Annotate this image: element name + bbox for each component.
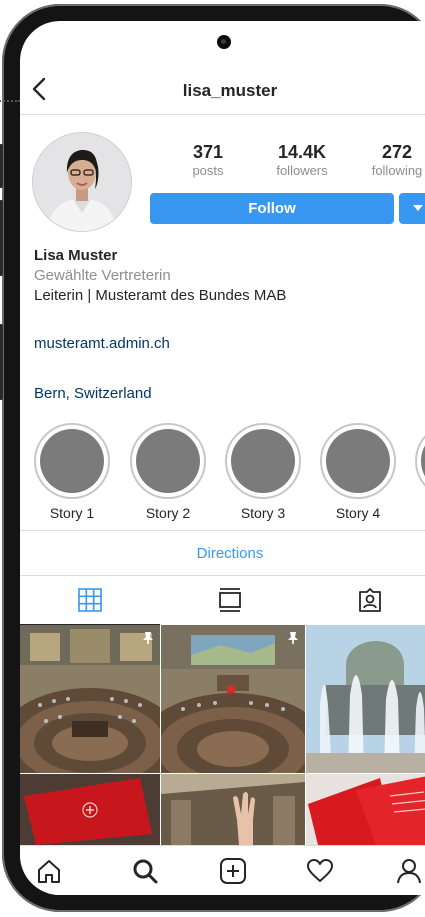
nav-activity[interactable] [305,856,335,886]
chevron-down-icon [413,205,423,211]
annotation-leader [0,100,20,102]
following-label: following [371,163,423,178]
posts-grid [20,625,425,845]
profile-display-name: Lisa Muster [34,247,118,264]
tab-grid[interactable] [20,576,160,625]
posts-label: posts [192,163,224,178]
story-highlights: Story 1 Story 2 Story 3 Story 4 [20,423,425,523]
profile-avatar[interactable] [32,132,132,232]
highlight-label: Story 3 [240,505,286,521]
bottom-navigation [20,845,425,895]
highlight-story-2[interactable]: Story 2 [130,423,206,521]
stat-following[interactable]: 272 following [357,141,425,179]
profile-username: lisa_muster [182,81,278,100]
new-post-icon [220,858,246,884]
nav-home[interactable] [34,856,64,886]
nav-search[interactable] [130,856,160,886]
profile-tabs [20,576,425,625]
highlight-ring [34,423,110,499]
activity-heart-icon [307,859,333,882]
followers-label: followers [276,163,328,178]
power-button [0,324,3,400]
highlight-story-1[interactable]: Story 1 [34,423,110,521]
front-camera [217,35,231,49]
post-thumbnail[interactable] [306,774,425,845]
grid-icon [78,588,102,612]
search-icon [133,859,158,884]
header-divider [20,114,425,115]
highlight-ring [225,423,301,499]
highlight-label: Story 1 [49,505,95,521]
post-thumbnail[interactable] [161,774,305,845]
stat-followers[interactable]: 14.4K followers [262,141,342,179]
volume-down-button [0,200,3,276]
highlight-label: Story 2 [145,505,191,521]
profile-location[interactable]: Bern, Switzerland [34,385,152,402]
app-screen: lisa_muster 371 posts 14.4K followers 27… [20,21,425,895]
nav-profile[interactable] [394,856,424,886]
profile-category: Gewählte Vertreterin [34,267,171,284]
profile-stats: 371 posts 14.4K followers 272 following [170,141,425,181]
tab-feed[interactable] [160,576,300,624]
following-count: 272 [381,142,413,162]
tab-tagged[interactable] [300,576,425,624]
pinned-icon [143,632,153,644]
highlight-ring [415,423,425,499]
posts-count: 371 [192,142,224,162]
tagged-icon [359,588,381,612]
highlight-ring [130,423,206,499]
profile-bio: Lisa Muster Gewählte Vertreterin Leiteri… [34,246,425,306]
highlight-story-5[interactable] [415,423,425,499]
home-icon [38,860,60,883]
followers-count: 14.4K [277,142,327,162]
feed-icon [219,588,241,612]
suggested-accounts-button[interactable] [399,193,425,224]
highlight-ring [320,423,396,499]
pinned-icon [288,632,298,644]
post-thumbnail[interactable] [306,625,425,773]
highlight-label: Story 4 [335,505,381,521]
post-thumbnail[interactable] [20,774,160,845]
nav-new-post[interactable] [218,856,248,886]
profile-description: Leiterin | Musteramt des Bundes MAB [34,287,287,304]
post-thumbnail[interactable] [20,625,160,773]
follow-button[interactable]: Follow [150,193,394,224]
profile-website-link[interactable]: musteramt.admin.ch [34,335,170,352]
directions-button[interactable]: Directions [20,531,425,575]
highlight-story-3[interactable]: Story 3 [225,423,301,521]
stat-posts[interactable]: 371 posts [168,141,248,179]
profile-icon [397,859,421,884]
highlight-story-4[interactable]: Story 4 [320,423,396,521]
volume-up-button [0,144,3,188]
post-thumbnail[interactable] [161,625,305,773]
